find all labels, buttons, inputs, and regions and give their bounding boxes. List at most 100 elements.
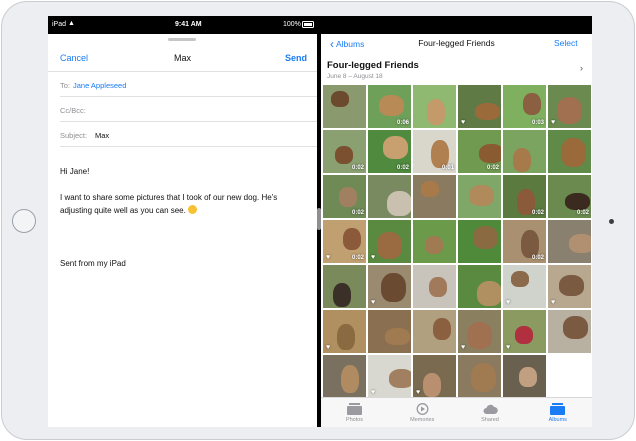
photo-thumbnail[interactable] [458,220,501,263]
video-duration: 0:02 [576,210,589,216]
favorite-heart-icon: ♥ [326,254,331,261]
tab-label: Albums [548,417,567,423]
dog-subject [519,367,537,387]
photo-thumbnail[interactable] [323,85,366,128]
battery-percent: 100% [283,21,301,28]
video-thumbnail[interactable]: 0:02 ♥ [323,220,366,263]
video-thumbnail[interactable]: 0:02 [503,220,546,263]
tab-shared[interactable]: Shared [457,398,524,427]
photo-thumbnail[interactable]: ♥ [503,265,546,308]
photo-thumbnail[interactable] [368,310,411,353]
message-signature[interactable]: Sent from my iPad [60,257,126,270]
photo-thumbnail[interactable] [458,355,501,398]
favorite-heart-icon: ♥ [371,254,376,261]
cc-bcc-field[interactable]: Cc/Bcc: [60,97,317,122]
dog-subject [559,275,584,296]
dog-subject [389,369,411,388]
compose-title: Max [173,53,191,63]
photo-thumbnail[interactable] [458,175,501,218]
photo-thumbnail[interactable] [548,220,591,263]
dog-subject [335,146,353,164]
tab-photos[interactable]: Photos [321,398,388,427]
dog-subject [333,283,351,307]
favorite-heart-icon: ♥ [551,119,556,126]
dog-subject [383,136,408,159]
video-duration: 0:02 [531,210,544,216]
tab-label: Shared [481,417,499,423]
sheet-grabber[interactable] [168,38,196,41]
album-nav-title: Four-legged Friends [418,38,495,48]
video-thumbnail[interactable]: 0:02 [323,130,366,173]
status-time: 9:41 AM [175,21,202,28]
subject-label: Subject: [60,131,88,140]
photo-thumbnail[interactable] [323,265,366,308]
photo-thumbnail[interactable] [413,175,456,218]
battery-icon [302,21,314,28]
to-field[interactable]: To: Jane Appleseed [60,72,317,97]
favorite-heart-icon: ♥ [371,299,376,306]
dog-subject [513,148,531,172]
photo-thumbnail[interactable] [548,310,591,353]
subject-value[interactable]: Max [95,131,109,140]
subject-field[interactable]: Subject: Max [60,122,317,147]
video-thumbnail[interactable]: 0:06 [368,85,411,128]
photo-thumbnail[interactable]: ♥ [368,355,411,398]
album-date-range: June 8 – August 18 [327,73,383,80]
send-button[interactable]: Send [285,53,307,63]
tab-albums[interactable]: Albums [524,398,591,427]
photo-thumbnail[interactable] [323,355,366,398]
video-thumbnail[interactable]: 0:02 [503,175,546,218]
dog-subject [339,187,357,207]
photo-thumbnail[interactable]: ♥ [548,265,591,308]
chevron-right-icon: › [580,63,583,73]
photo-thumbnail[interactable] [413,310,456,353]
video-thumbnail[interactable]: 0:01 [413,130,456,173]
to-recipient[interactable]: Jane Appleseed [73,81,126,90]
home-button[interactable] [12,209,36,233]
video-duration: 0:02 [351,210,364,216]
photo-thumbnail[interactable]: ♥ [368,220,411,263]
photo-thumbnail[interactable] [413,265,456,308]
smiley-emoji-icon [187,205,197,214]
album-header[interactable]: Four-legged Friends June 8 – August 18 › [327,60,592,86]
photo-thumbnail[interactable]: ♥ [413,355,456,398]
photos-pane: ‹ Albums Four-legged Friends Select Four-… [321,16,592,427]
favorite-heart-icon: ♥ [371,389,376,396]
video-thumbnail[interactable]: 0:02 [458,130,501,173]
dog-subject [425,236,443,254]
video-thumbnail[interactable]: 0:02 [323,175,366,218]
dog-subject [569,234,591,253]
dog-subject [471,363,496,392]
photo-thumbnail[interactable] [548,130,591,173]
photo-thumbnail[interactable] [458,265,501,308]
video-thumbnail[interactable]: 0:02 [548,175,591,218]
video-duration: 0:02 [351,255,364,261]
photo-thumbnail[interactable] [413,85,456,128]
split-view-divider[interactable] [317,208,321,230]
select-button[interactable]: Select [554,38,578,48]
dog-subject [477,281,501,306]
video-duration: 0:02 [531,255,544,261]
video-thumbnail[interactable]: 0:03 [503,85,546,128]
photo-thumbnail[interactable] [413,220,456,263]
photo-thumbnail[interactable] [503,355,546,398]
photo-thumbnail[interactable]: ♥ [458,85,501,128]
favorite-heart-icon: ♥ [326,344,331,351]
dog-subject [467,322,492,349]
tab-memories[interactable]: Memories [389,398,456,427]
dog-subject [421,181,439,197]
message-body[interactable]: I want to share some pictures that I too… [60,191,310,217]
photo-thumbnail[interactable] [503,130,546,173]
compose-sheet: Cancel Max Send To: Jane Appleseed Cc/Bc… [48,34,317,427]
photo-thumbnail[interactable]: ♥ [503,310,546,353]
photo-thumbnail[interactable]: ♥ [548,85,591,128]
message-greeting[interactable]: Hi Jane! [60,165,89,178]
photo-thumbnail[interactable]: ♥ [368,265,411,308]
dog-subject [523,93,541,115]
video-thumbnail[interactable]: 0:02 [368,130,411,173]
video-duration: 0:06 [396,120,409,126]
photo-thumbnail[interactable] [368,175,411,218]
photo-thumbnail[interactable]: ♥ [458,310,501,353]
photo-thumbnail[interactable]: ♥ [323,310,366,353]
favorite-heart-icon: ♥ [461,119,466,126]
